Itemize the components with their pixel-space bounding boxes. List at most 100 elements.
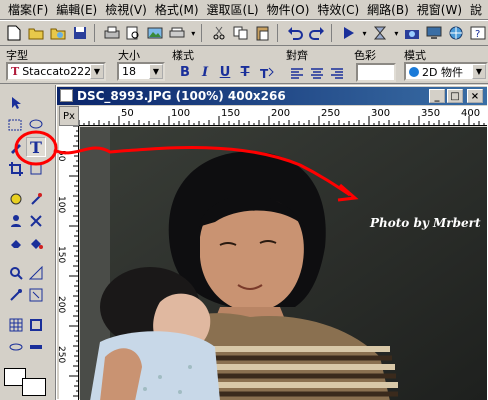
italic-button[interactable]: I bbox=[196, 64, 214, 81]
size-value: 18 bbox=[122, 65, 136, 78]
paint-bucket-tool-icon[interactable] bbox=[6, 189, 26, 209]
copy-icon[interactable] bbox=[231, 23, 251, 43]
select-icon[interactable] bbox=[339, 23, 359, 43]
lasso-tool-icon[interactable] bbox=[26, 115, 46, 135]
menu-format[interactable]: 格式(M) bbox=[151, 1, 203, 18]
cut-icon[interactable] bbox=[209, 23, 229, 43]
eyedropper-tool-icon[interactable] bbox=[6, 285, 26, 305]
mode-icon bbox=[409, 66, 419, 77]
text-effect-icon[interactable]: T bbox=[258, 64, 276, 81]
chevron-down-icon[interactable]: ▼ bbox=[90, 64, 104, 79]
crop-tool-icon[interactable] bbox=[6, 159, 26, 179]
camera-icon[interactable] bbox=[402, 23, 422, 43]
image-icon[interactable] bbox=[145, 23, 165, 43]
photo-image: Photo by Mrbert bbox=[80, 127, 487, 400]
menu-selection[interactable]: 選取區(L) bbox=[203, 1, 263, 18]
shape-tool-icon[interactable] bbox=[26, 337, 46, 357]
document-title: DSC_8993.JPG (100%) 400x266 bbox=[77, 89, 286, 103]
ruler-unit[interactable]: Px bbox=[59, 106, 79, 126]
chevron-down-icon[interactable]: ▼ bbox=[149, 64, 163, 79]
print-icon[interactable] bbox=[102, 23, 122, 43]
background-color-swatch[interactable] bbox=[22, 378, 46, 396]
transform-tool-icon[interactable] bbox=[26, 159, 46, 179]
ruler-tick-label: 350 bbox=[421, 108, 440, 119]
path-tool-icon[interactable] bbox=[6, 337, 26, 357]
undo-icon[interactable] bbox=[285, 23, 305, 43]
svg-text:T: T bbox=[260, 67, 269, 80]
dropdown-arrow-icon[interactable]: ▾ bbox=[392, 23, 400, 43]
ruler-tick-label: 50 bbox=[59, 150, 66, 162]
dropdown-arrow-icon[interactable]: ▾ bbox=[361, 23, 369, 43]
color-picker[interactable] bbox=[356, 63, 396, 82]
align-center-button[interactable] bbox=[308, 64, 326, 81]
chevron-down-icon[interactable]: ▼ bbox=[472, 64, 486, 79]
tool-palette: T bbox=[0, 85, 56, 400]
dropdown-arrow-icon[interactable]: ▾ bbox=[189, 23, 197, 43]
minimize-button[interactable]: _ bbox=[429, 89, 445, 103]
document-window: DSC_8993.JPG (100%) 400x266 _ □ × Px 50 … bbox=[56, 85, 488, 400]
font-value: Staccato222 I bbox=[22, 65, 98, 78]
toolbar-separator bbox=[201, 24, 207, 42]
retouch-tool-icon[interactable] bbox=[26, 211, 46, 231]
size-select[interactable]: 18 ▼ bbox=[117, 62, 165, 81]
scan-icon[interactable] bbox=[167, 23, 187, 43]
smart-tool-icon[interactable] bbox=[26, 285, 46, 305]
menu-window[interactable]: 視窗(W) bbox=[413, 1, 466, 18]
ruler-tick-label: 200 bbox=[271, 108, 290, 119]
menu-view[interactable]: 檢視(V) bbox=[101, 1, 151, 18]
pointer-tool-icon[interactable] bbox=[6, 93, 26, 113]
mode-select[interactable]: 2D 物件 ▼ bbox=[404, 62, 488, 81]
browse-icon[interactable] bbox=[48, 23, 68, 43]
person-tool-icon[interactable] bbox=[6, 211, 26, 231]
new-icon[interactable] bbox=[4, 23, 24, 43]
ruler-tick-label: 100 bbox=[59, 196, 66, 213]
align-right-button[interactable] bbox=[328, 64, 346, 81]
font-select[interactable]: T Staccato222 I ▼ bbox=[6, 62, 106, 81]
standard-toolbar: ▾ ▾ ▾ ? bbox=[0, 20, 488, 46]
document-icon bbox=[60, 89, 73, 102]
clone-tool-icon[interactable] bbox=[26, 189, 46, 209]
align-left-button[interactable] bbox=[288, 64, 306, 81]
underline-button[interactable]: U bbox=[216, 64, 234, 81]
menu-edit[interactable]: 編輯(E) bbox=[52, 1, 101, 18]
strikethrough-button[interactable]: T bbox=[236, 64, 254, 81]
toolbar-separator bbox=[93, 24, 100, 42]
font-type-icon: T bbox=[11, 65, 20, 78]
vertical-ruler-ticks: 50 100 150 200 250 bbox=[59, 126, 78, 397]
bold-button[interactable]: B bbox=[176, 64, 194, 81]
hourglass-icon[interactable] bbox=[371, 23, 391, 43]
eraser-tool-icon[interactable] bbox=[6, 233, 26, 253]
paste-icon[interactable] bbox=[253, 23, 273, 43]
horizontal-ruler-ticks: 50 100 150 200 250 300 350 400 bbox=[79, 108, 485, 125]
document-titlebar[interactable]: DSC_8993.JPG (100%) 400x266 _ □ × bbox=[57, 87, 487, 105]
close-button[interactable]: × bbox=[467, 89, 483, 103]
desktop-icon[interactable] bbox=[424, 23, 444, 43]
text-properties-bar: T Staccato222 I ▼ 18 ▼ B I U T T 2D 物件 ▼ bbox=[0, 60, 488, 84]
brush-tool-icon[interactable] bbox=[6, 137, 26, 157]
toolbar-separator bbox=[330, 24, 337, 42]
grid-tool-icon[interactable] bbox=[6, 315, 26, 335]
help-icon[interactable]: ? bbox=[468, 23, 488, 43]
photo-canvas[interactable]: Photo by Mrbert bbox=[80, 127, 487, 400]
toolbar-separator bbox=[276, 24, 283, 42]
text-tool-icon[interactable]: T bbox=[26, 137, 46, 157]
menu-file[interactable]: 檔案(F) bbox=[4, 1, 52, 18]
fill-tool-icon[interactable] bbox=[26, 233, 46, 253]
maximize-button[interactable]: □ bbox=[447, 89, 463, 103]
save-icon[interactable] bbox=[70, 23, 90, 43]
vertical-ruler: 50 100 150 200 250 bbox=[59, 126, 79, 400]
menu-web[interactable]: 網路(B) bbox=[363, 1, 413, 18]
menu-help[interactable]: 說 bbox=[466, 1, 486, 18]
frame-tool-icon[interactable] bbox=[26, 315, 46, 335]
menu-object[interactable]: 物件(O) bbox=[263, 1, 314, 18]
open-icon[interactable] bbox=[26, 23, 46, 43]
select-tool-icon[interactable] bbox=[6, 115, 26, 135]
ruler-tick-label: 200 bbox=[59, 296, 66, 313]
redo-icon[interactable] bbox=[307, 23, 327, 43]
menu-bar: 檔案(F) 編輯(E) 檢視(V) 格式(M) 選取區(L) 物件(O) 特效(… bbox=[0, 0, 488, 20]
web-icon[interactable] bbox=[446, 23, 466, 43]
print-preview-icon[interactable] bbox=[124, 23, 144, 43]
menu-effects[interactable]: 特效(C) bbox=[313, 1, 363, 18]
measure-tool-icon[interactable] bbox=[26, 263, 46, 283]
zoom-tool-icon[interactable] bbox=[6, 263, 26, 283]
